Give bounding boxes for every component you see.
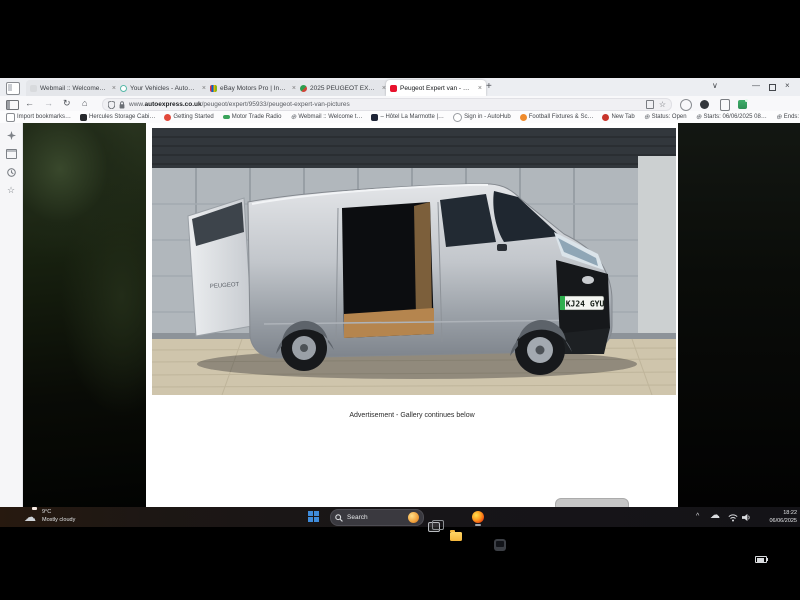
bookmark-new-tab[interactable]: New Tab	[602, 114, 634, 121]
url-text[interactable]: www.autoexpress.co.uk/peugeot/expert/959…	[129, 101, 350, 108]
tray-clock[interactable]: 18:22 06/06/2025	[769, 509, 797, 525]
forward-icon[interactable]: →	[44, 98, 53, 109]
bookmark-webmail[interactable]: ⊕Webmail :: Welcome t…	[290, 114, 362, 121]
tab-title: eBay Motors Pro | Inventory	[220, 85, 287, 92]
tab-title: Your Vehicles - AutoHub	[130, 85, 197, 92]
bookmark-hercules[interactable]: Hercules Storage Cabi…	[80, 114, 155, 121]
search-highlight-icon	[408, 512, 419, 523]
tab-close-icon[interactable]: ×	[476, 85, 482, 92]
bookmarks-bar: Import bookmarks… Hercules Storage Cabi……	[0, 111, 800, 123]
lock-icon[interactable]	[119, 101, 125, 109]
page-background-left	[23, 123, 146, 507]
tab-peugeot-diesel[interactable]: 2025 PEUGEOT EXPERT DIESEL ×	[296, 80, 390, 96]
globe-icon: ⊕	[644, 114, 650, 121]
tab-autohub[interactable]: Your Vehicles - AutoHub ×	[116, 80, 210, 96]
search-label: Search	[347, 514, 368, 521]
tray-date: 06/06/2025	[769, 517, 797, 525]
volume-icon[interactable]	[742, 513, 751, 522]
autohub-favicon	[120, 85, 127, 92]
list-tabs-icon[interactable]: ∨	[712, 81, 718, 90]
wifi-icon[interactable]	[728, 513, 738, 522]
webmail-favicon	[30, 85, 37, 92]
firefox-running-indicator	[475, 524, 481, 526]
bookmark-starts[interactable]: ⊕Starts: 06/06/2025 08…	[696, 114, 767, 121]
maximize-button[interactable]	[769, 84, 776, 91]
share-icon[interactable]	[720, 99, 730, 111]
reader-mode-icon[interactable]	[646, 100, 654, 109]
history-icon[interactable]	[7, 168, 16, 177]
bookmarks-panel-icon[interactable]: ☆	[7, 186, 15, 195]
bookmark-star-icon[interactable]: ☆	[659, 101, 666, 109]
gallery-photo-peugeot-expert[interactable]: PEUGEOT KJ24 GYU	[152, 128, 676, 395]
tray-time: 18:22	[769, 509, 797, 517]
tray-chevron-icon[interactable]: ^	[696, 513, 699, 520]
address-bar[interactable]: www.autoexpress.co.uk/peugeot/expert/959…	[102, 98, 672, 111]
bookmark-signin-autohub[interactable]: Sign in - AutoHub	[453, 113, 511, 122]
onedrive-cloud-icon[interactable]: ☁	[710, 510, 720, 521]
autoexpress-favicon	[390, 85, 397, 92]
sidebar-toggle-icon[interactable]	[6, 100, 19, 110]
synced-tabs-icon[interactable]	[6, 149, 17, 159]
bookmark-ends[interactable]: ⊕Ends: 06/06/2025 15:00	[776, 114, 800, 121]
globe-icon: ⊕	[290, 114, 296, 121]
tab-webmail[interactable]: Webmail :: Welcome to Webm ×	[26, 80, 120, 96]
remote-app-icon[interactable]	[494, 539, 506, 551]
globe-icon: ⊕	[696, 114, 702, 121]
back-icon[interactable]: ←	[25, 98, 34, 109]
bookmark-getting-started[interactable]: Getting Started	[164, 114, 213, 121]
ebay-favicon	[210, 85, 217, 92]
account-icon[interactable]	[680, 99, 692, 111]
adblocker-extension-icon[interactable]	[700, 100, 709, 109]
tracking-shield-icon[interactable]	[108, 101, 115, 109]
battery-icon[interactable]	[755, 556, 767, 563]
file-explorer-icon[interactable]	[450, 532, 462, 541]
tab-active-autoexpress[interactable]: Peugeot Expert van - pictures | ×	[386, 80, 486, 96]
task-view-icon[interactable]	[428, 522, 440, 532]
bookmark-hotel-marmotte[interactable]: – Hôtel La Marmotte |…	[371, 114, 444, 121]
weather-cloud-icon: ☁	[24, 511, 36, 523]
advertisement-notice: Advertisement - Gallery continues below	[146, 412, 678, 419]
bookmark-import[interactable]: Import bookmarks…	[6, 113, 71, 122]
firefox-icon[interactable]	[472, 511, 484, 523]
bookmark-status-open[interactable]: ⊕Status: Open	[644, 114, 687, 121]
firefox-view-icon[interactable]	[6, 82, 20, 95]
bookmark-motor-trade-radio[interactable]: Motor Trade Radio	[223, 114, 282, 120]
tab-title: Peugeot Expert van - pictures |	[400, 85, 473, 92]
license-plate: KJ24 GYU	[560, 296, 604, 310]
start-button[interactable]	[308, 511, 319, 522]
weather-temperature: 9°C	[42, 508, 51, 516]
home-icon[interactable]: ⌂	[82, 98, 87, 109]
search-icon	[335, 514, 343, 522]
globe-icon: ⊕	[776, 114, 782, 121]
page-background-right	[678, 123, 800, 507]
license-plate-text: KJ24 GYU	[566, 300, 605, 309]
close-window-button[interactable]: ×	[785, 81, 790, 90]
tab-ebay[interactable]: eBay Motors Pro | Inventory ×	[206, 80, 300, 96]
reload-icon[interactable]: ↻	[63, 98, 71, 109]
extensions-icon[interactable]	[738, 100, 747, 109]
bookmark-football-fixtures[interactable]: Football Fixtures & Sc…	[520, 114, 594, 121]
tab-title: Webmail :: Welcome to Webm	[40, 85, 107, 92]
ai-chat-icon[interactable]	[7, 131, 16, 140]
new-tab-button[interactable]: +	[486, 81, 492, 92]
dealer-favicon	[300, 85, 307, 92]
taskbar-search-box[interactable]: Search	[330, 509, 424, 526]
weather-condition: Mostly cloudy	[42, 516, 75, 524]
minimize-button[interactable]: —	[752, 81, 760, 90]
tab-title: 2025 PEUGEOT EXPERT DIESEL	[310, 85, 377, 92]
firefox-sidebar: ☆	[0, 123, 23, 515]
